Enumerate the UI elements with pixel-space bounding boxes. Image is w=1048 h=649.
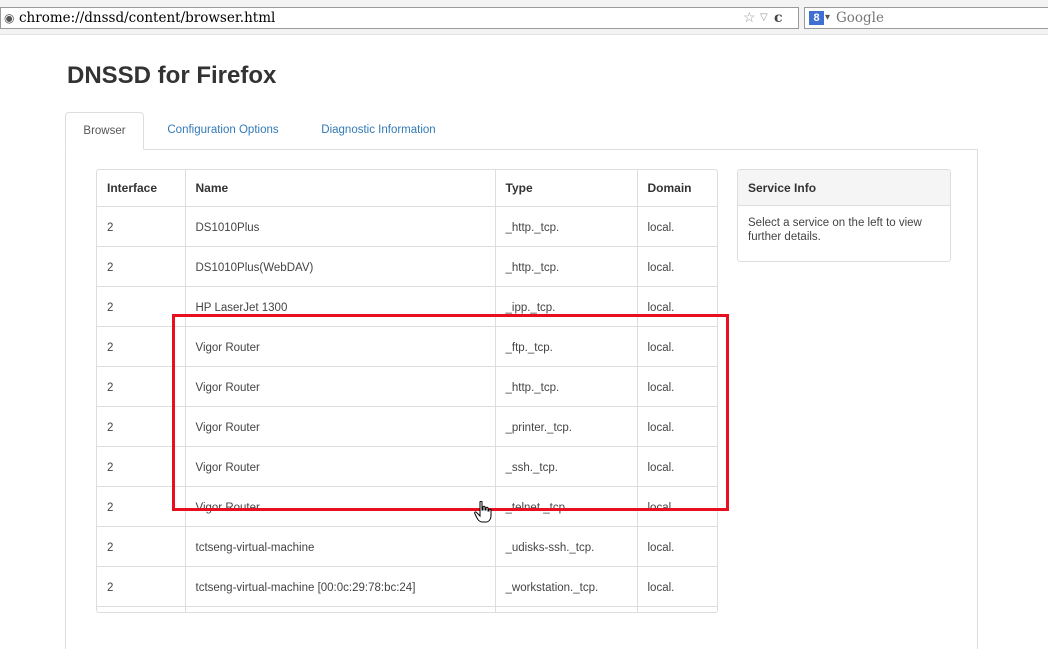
cell-interface: 2 [97,566,186,607]
table-row[interactable]: 2 tctseng-virtual-machine _udisks-ssh._tcp… [97,526,717,567]
cell-name: Vigor Router [185,406,496,447]
cell-type: _ftp._tcp. [495,326,638,367]
service-info-body: Select a service on the left to view fur… [748,217,922,243]
bookmark-star-icon[interactable]: ☆ [743,8,756,28]
table-header-row: Interface Name Type Domain [97,170,717,207]
table-row[interactable]: 2 DS1010Plus(WebDAV) _http._tcp. local. [97,246,717,287]
tab-configuration-options[interactable]: Configuration Options [155,112,291,150]
tab-diagnostic-information[interactable]: Diagnostic Information [302,112,455,150]
cell-domain: local. [637,406,717,447]
cell-name: Vigor Router [185,486,496,527]
cell-domain: local. [637,566,717,607]
search-bar[interactable]: 8 ▾ Google [804,7,1048,29]
column-header-type: Type [495,170,638,207]
services-table: Interface Name Type Domain 2 DS1010Plus _h… [97,170,717,612]
cell-type: _printer._tcp. [495,406,638,447]
cell-domain: local. [637,446,717,487]
cell-interface: 2 [97,366,186,407]
reload-icon[interactable]: c [774,8,783,28]
cell-type: _http._tcp. [495,206,638,247]
services-table-panel: Interface Name Type Domain 2 DS1010Plus _h… [96,169,718,613]
tab-browser[interactable]: Browser [65,112,144,150]
cell-interface: 2 [97,206,186,247]
cell-interface: 2 [97,246,186,287]
cell-interface: 2 [97,486,186,527]
cell-type: _udisks-ssh._tcp. [495,526,638,567]
address-bar[interactable]: ◉ chrome://dnssd/content/browser.html ☆ … [0,7,799,29]
cell-domain: local. [637,246,717,287]
cell-name: Vigor Router [185,366,496,407]
table-row[interactable]: 2 DS1010Plus _http._tcp. local. [97,206,717,247]
cell-interface: 2 [97,446,186,487]
page-identity-icon[interactable]: ◉ [4,8,14,28]
cell-name: Vigor Router [185,446,496,487]
cell-domain: local. [637,606,717,612]
column-header-name: Name [185,170,496,207]
table-row[interactable]: 2 Vigor Router _ftp._tcp. local. [97,326,717,367]
address-bar-url[interactable]: chrome://dnssd/content/browser.html [19,8,275,28]
cell-type: _http._tcp. [495,246,638,287]
cell-type: _http._tcp. [495,366,638,407]
page-title: DNSSD for Firefox [67,62,277,89]
cell-type: _workstation._tcp. [495,606,638,612]
table-row[interactable]: 2 tctseng-virtual-machine [00:0c:29:78:bc… [97,566,717,607]
service-info-heading: Service Info [738,170,950,206]
cell-name: HP LaserJet 1300 [185,286,496,327]
service-info-panel: Service Info Select a service on the lef… [737,169,951,262]
cell-interface: 2 [97,326,186,367]
cell-type: _ssh._tcp. [495,446,638,487]
cell-domain: local. [637,366,717,407]
nav-tabs: Browser Configuration Options Diagnostic… [65,112,978,150]
cell-domain: local. [637,486,717,527]
column-header-interface: Interface [97,170,186,207]
cell-domain: local. [637,286,717,327]
cell-interface: 2 [97,606,186,612]
cell-interface: 2 [97,286,186,327]
table-row[interactable]: 2 Vigor Router _ssh._tcp. local. [97,446,717,487]
cell-name: tomkao-desktop [00:0c:29:26:09:5d] [185,606,496,612]
column-header-domain: Domain [637,170,717,207]
cell-name: Vigor Router [185,326,496,367]
table-row[interactable]: 2 Vigor Router _printer._tcp. local. [97,406,717,447]
browser-toolbar: ◉ chrome://dnssd/content/browser.html ☆ … [0,0,1048,35]
cell-domain: local. [637,206,717,247]
cell-interface: 2 [97,406,186,447]
table-row[interactable]: 2 Vigor Router _http._tcp. local. [97,366,717,407]
cell-type: _workstation._tcp. [495,566,638,607]
cell-name: DS1010Plus [185,206,496,247]
cell-name: DS1010Plus(WebDAV) [185,246,496,287]
cell-type: _telnet._tcp. [495,486,638,527]
cell-domain: local. [637,326,717,367]
cell-domain: local. [637,526,717,567]
table-row[interactable]: 2 Vigor Router _telnet._tcp. local. [97,486,717,527]
cell-interface: 2 [97,526,186,567]
history-dropdown-icon[interactable]: ▽ [760,8,768,28]
cell-type: _ipp._tcp. [495,286,638,327]
cell-name: tctseng-virtual-machine [185,526,496,567]
search-engine-dropdown-icon[interactable]: ▾ [825,8,830,28]
cell-name: tctseng-virtual-machine [00:0c:29:78:bc:… [185,566,496,607]
table-row[interactable]: 2 HP LaserJet 1300 _ipp._tcp. local. [97,286,717,327]
search-engine-icon[interactable]: 8 [809,11,824,25]
search-placeholder: Google [836,10,884,26]
table-row[interactable]: 2tomkao-desktop [00:0c:29:26:09:5d]_work… [97,606,717,612]
